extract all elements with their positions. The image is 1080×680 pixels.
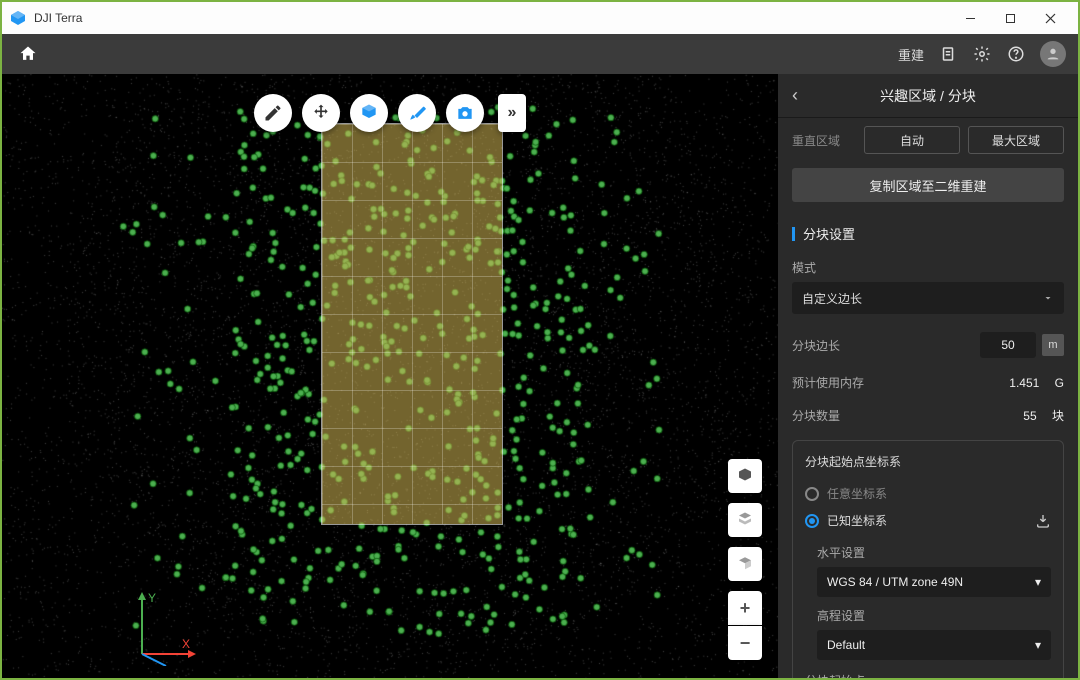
section-accent-bar	[792, 227, 795, 241]
radio-arbitrary-crs[interactable]: 任意坐标系	[805, 480, 1051, 507]
import-crs-icon[interactable]	[1035, 513, 1051, 529]
horizontal-crs-label: 水平设置	[817, 544, 1051, 561]
horizontal-crs-select[interactable]: WGS 84 / UTM zone 49N ▾	[817, 567, 1051, 597]
move-tool-button[interactable]	[302, 94, 340, 132]
vertical-crs-select[interactable]: Default ▾	[817, 630, 1051, 660]
vertical-crs-value: Default	[827, 638, 865, 652]
zoom-out-button[interactable]: −	[728, 626, 762, 660]
edit-tool-button[interactable]	[254, 94, 292, 132]
recon-region-label: 重直区域	[792, 132, 856, 149]
axis-y-label: Y	[148, 591, 156, 605]
view-side-button[interactable]	[728, 547, 762, 581]
max-region-button[interactable]: 最大区域	[968, 126, 1064, 154]
vertical-crs-label: 高程设置	[817, 607, 1051, 624]
mode-label: 模式	[778, 253, 1078, 282]
close-button[interactable]	[1030, 2, 1070, 34]
panel-back-button[interactable]: ‹	[792, 85, 798, 106]
map-viewport[interactable]: » + − Y X	[2, 74, 778, 678]
radio-known-crs[interactable]: 已知坐标系	[805, 507, 1051, 534]
roi-grid-overlay	[322, 124, 502, 524]
radio-known-label: 已知坐标系	[827, 512, 887, 529]
chevron-down-icon	[1042, 292, 1054, 304]
cube-tool-button[interactable]	[350, 94, 388, 132]
maximize-button[interactable]	[990, 2, 1030, 34]
app-title: DJI Terra	[34, 11, 82, 25]
app-logo-icon	[10, 10, 26, 26]
clipboard-icon[interactable]	[938, 44, 958, 64]
view-3d-button[interactable]	[728, 459, 762, 493]
est-memory-label: 预计使用内存	[792, 374, 864, 391]
floating-tool-row: »	[254, 94, 526, 132]
mode-select-value: 自定义边长	[802, 290, 862, 307]
rebuild-button[interactable]: 重建	[898, 45, 924, 64]
est-memory-value: 1.451	[1009, 376, 1039, 390]
mode-select[interactable]: 自定义边长	[792, 282, 1064, 314]
zoom-in-button[interactable]: +	[728, 591, 762, 625]
caret-down-icon: ▾	[1035, 638, 1041, 652]
radio-arbitrary-label: 任意坐标系	[827, 485, 887, 502]
block-edge-label: 分块边长	[792, 337, 840, 354]
panel-title: 兴趣区域 / 分块	[778, 86, 1078, 106]
radio-icon	[805, 487, 819, 501]
minimize-button[interactable]	[950, 2, 990, 34]
copy-to-2d-button[interactable]: 复制区域至二维重建	[792, 168, 1064, 202]
origin-crs-panel: 分块起始点坐标系 任意坐标系 已知坐标系 水平设置 WGS 84 / UTM z…	[792, 440, 1064, 678]
block-count-value: 55	[1023, 409, 1036, 423]
properties-panel: ‹ 兴趣区域 / 分块 重直区域 自动 最大区域 复制区域至二维重建 分块设置 …	[778, 74, 1078, 678]
block-count-unit: 块	[1052, 407, 1064, 424]
help-icon[interactable]	[1006, 44, 1026, 64]
block-settings-header: 分块设置	[803, 224, 855, 243]
origin-point-label: 分块起始点	[805, 672, 1051, 678]
camera-tool-button[interactable]	[446, 94, 484, 132]
gear-icon[interactable]	[972, 44, 992, 64]
roi-rectangle[interactable]	[322, 124, 502, 524]
auto-region-button[interactable]: 自动	[864, 126, 960, 154]
block-edge-input[interactable]	[980, 332, 1036, 358]
block-count-label: 分块数量	[792, 407, 840, 424]
est-memory-unit: G	[1055, 376, 1064, 390]
app-toolbar: 重建	[2, 34, 1078, 74]
radio-icon	[805, 514, 819, 528]
home-button[interactable]	[14, 40, 42, 68]
user-avatar[interactable]	[1040, 41, 1066, 67]
window-titlebar: DJI Terra	[2, 2, 1078, 34]
horizontal-crs-value: WGS 84 / UTM zone 49N	[827, 575, 963, 589]
view-top-button[interactable]	[728, 503, 762, 537]
axis-x-label: X	[182, 637, 190, 651]
origin-crs-title: 分块起始点坐标系	[805, 453, 1051, 470]
axes-gizmo: Y X	[122, 586, 202, 666]
block-edge-unit: m	[1042, 334, 1064, 356]
caret-down-icon: ▾	[1035, 575, 1041, 589]
more-tools-button[interactable]: »	[498, 94, 526, 132]
brush-tool-button[interactable]	[398, 94, 436, 132]
